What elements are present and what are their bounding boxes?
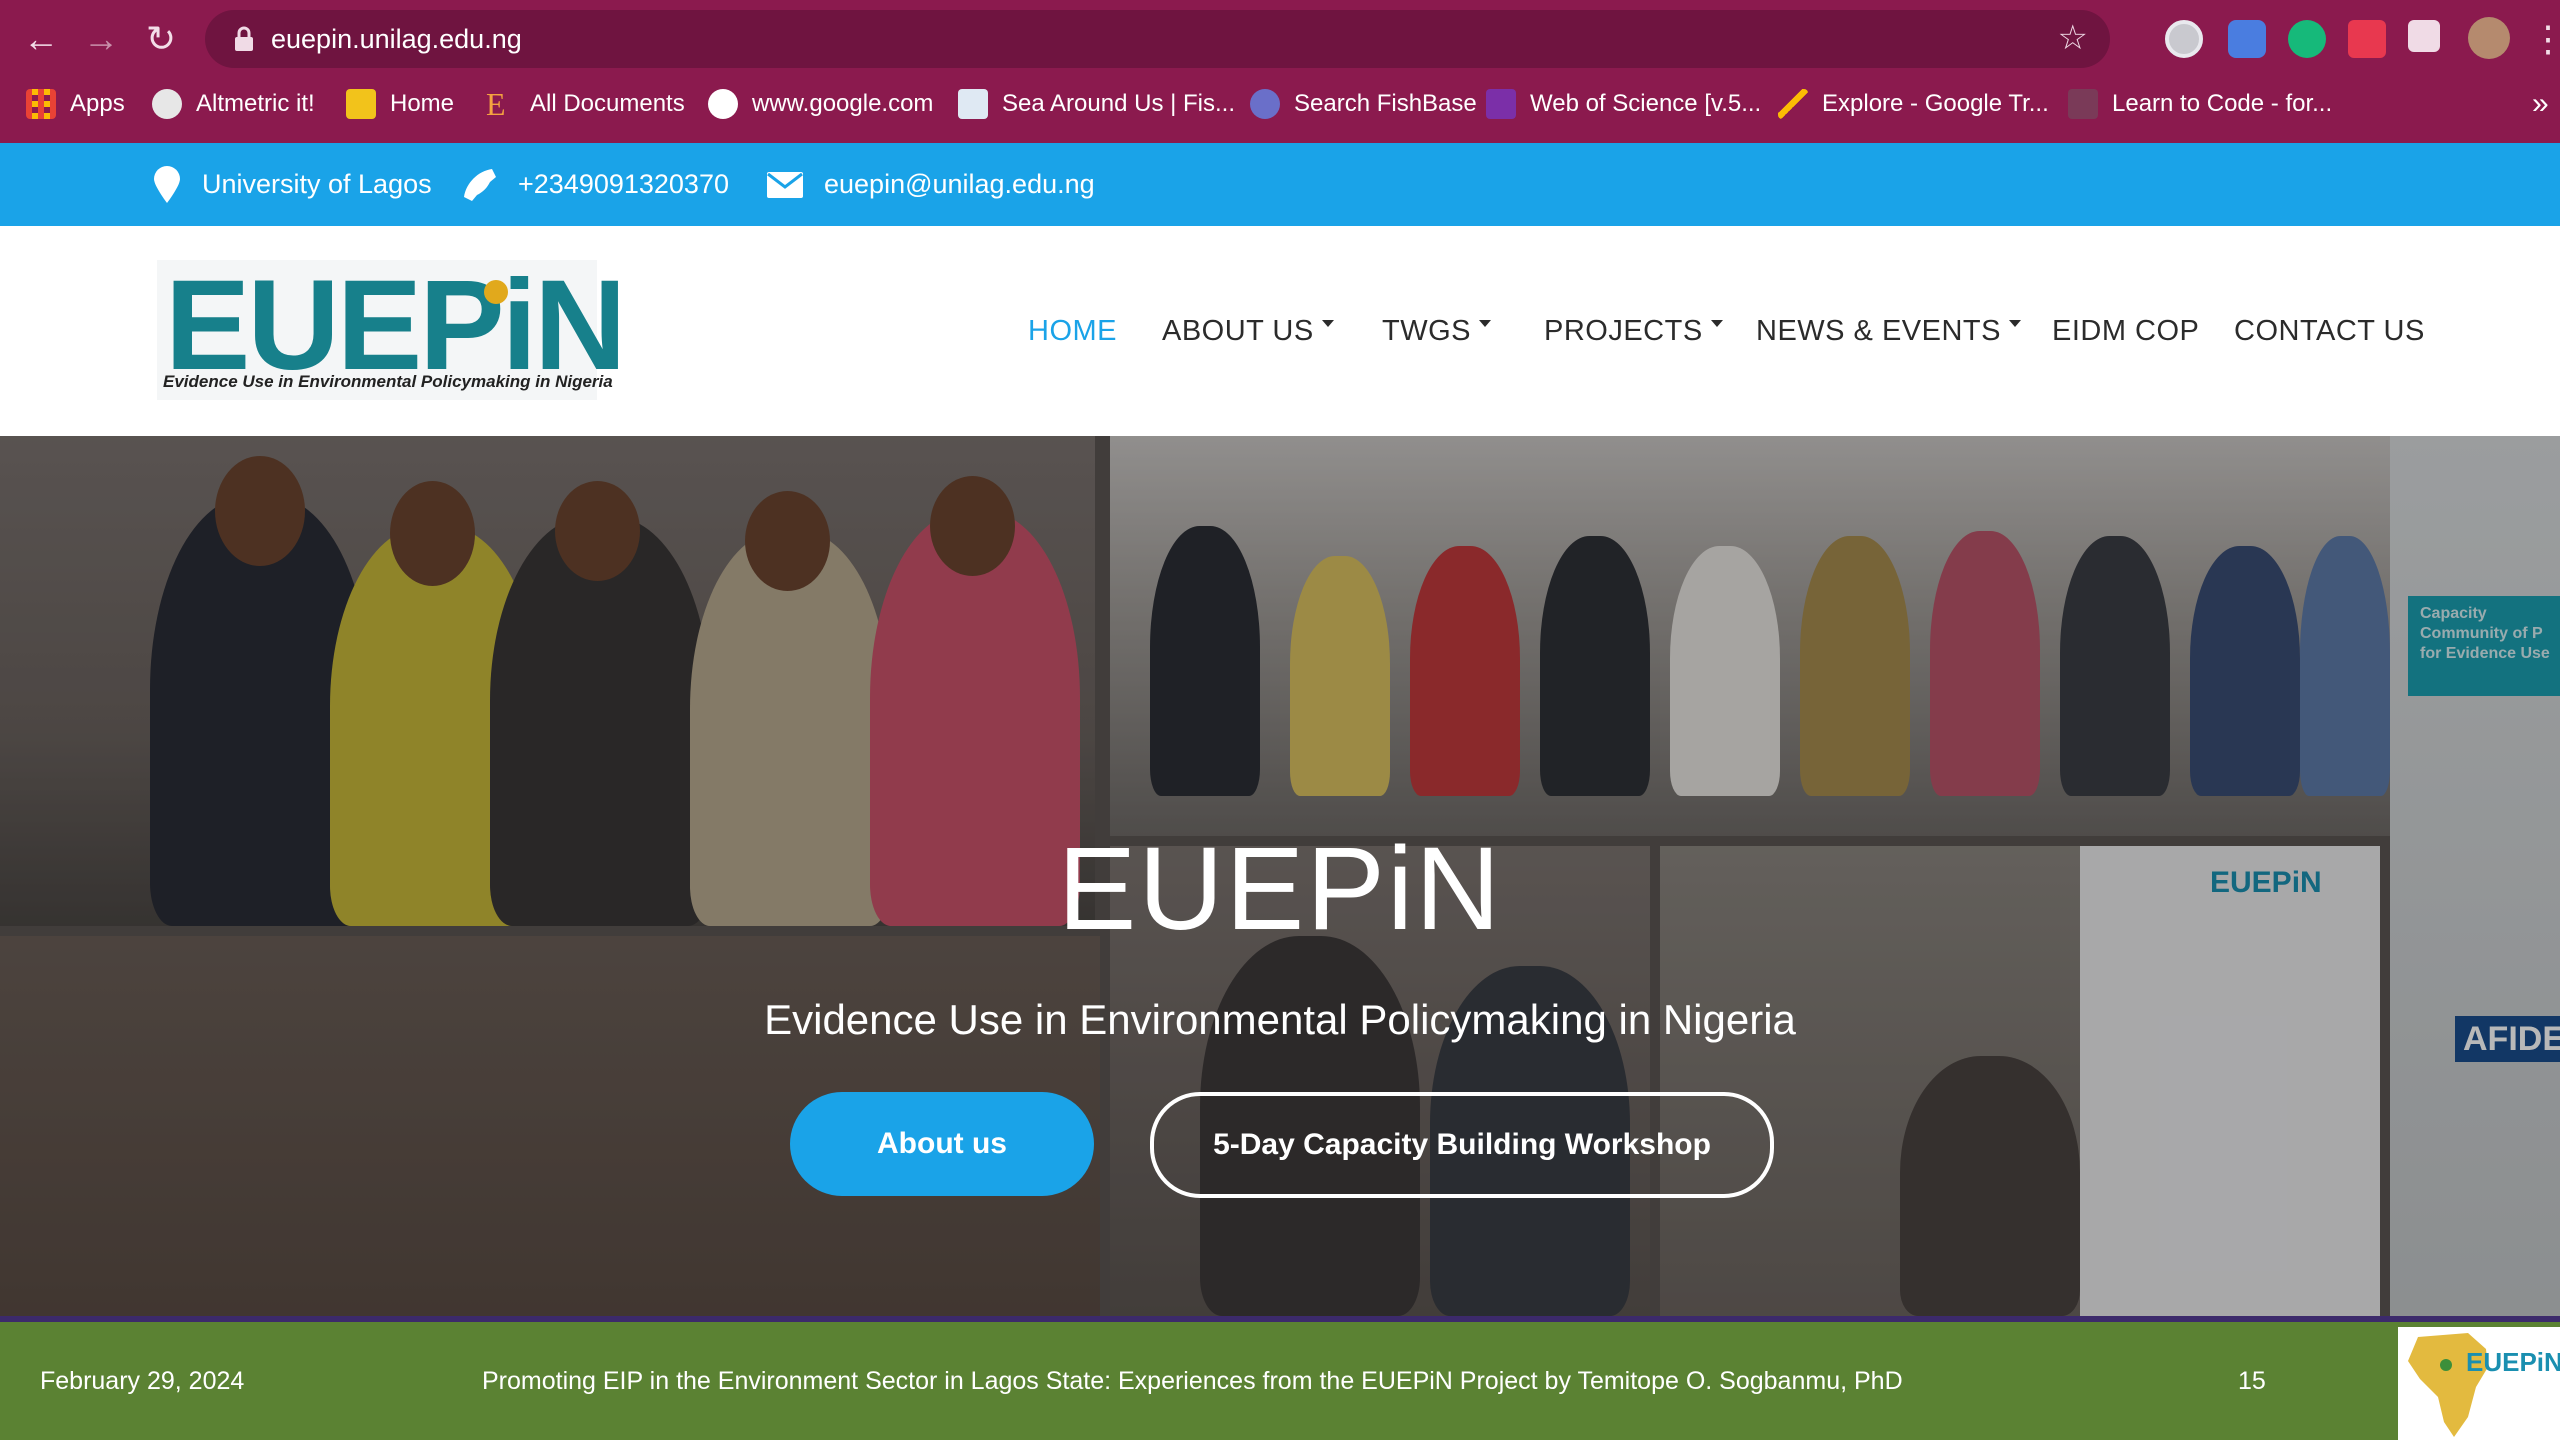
footer-caption: Promoting EIP in the Environment Sector … <box>482 1366 1903 1395</box>
home-bookmark-icon <box>346 89 376 119</box>
puzzle-extensions-icon[interactable] <box>2408 20 2440 52</box>
nav-label: ABOUT US <box>1162 314 1314 347</box>
bookmark-label: www.google.com <box>752 90 934 117</box>
phone-info[interactable]: +2349091320370 <box>462 143 729 226</box>
back-arrow-icon[interactable]: ← <box>16 14 66 64</box>
nav-label: EIDM COP <box>2052 314 2200 347</box>
hero-banner: EUEPiN Capacity Community of P for Evide… <box>0 436 2560 1316</box>
contact-info-bar: University of Lagos +2349091320370 euepi… <box>0 143 2560 226</box>
nav-label: CONTACT US <box>2234 314 2425 347</box>
footer-page-number: 15 <box>2238 1366 2266 1395</box>
caret-down-icon <box>1710 319 1723 327</box>
url-text: euepin.unilag.edu.ng <box>271 24 522 54</box>
map-pin-icon <box>154 165 180 203</box>
email-info[interactable]: euepin@unilag.edu.ng <box>766 143 1095 226</box>
google-trends-icon <box>1778 89 1808 119</box>
bookmark-fishbase[interactable]: Search FishBase <box>1250 78 1477 130</box>
learn-to-code-icon <box>2068 89 2098 119</box>
browser-menu-icon[interactable]: ⋮ <box>2530 14 2560 64</box>
altmetric-icon <box>152 89 182 119</box>
logo-dot-icon <box>484 280 508 304</box>
bookmarks-bar: Apps Altmetric it! Home E All Documents … <box>0 78 2560 130</box>
nav-label: PROJECTS <box>1544 314 1703 347</box>
bookmark-google-trends[interactable]: Explore - Google Tr... <box>1778 78 2049 130</box>
workshop-button[interactable]: 5-Day Capacity Building Workshop <box>1150 1092 1774 1198</box>
nav-label: TWGS <box>1382 314 1471 347</box>
caret-down-icon <box>1479 319 1491 327</box>
hero-subtitle: Evidence Use in Environmental Policymaki… <box>764 996 1796 1043</box>
fishbase-icon <box>1250 89 1280 119</box>
nav-label: NEWS & EVENTS <box>1756 314 2001 347</box>
profile-avatar[interactable] <box>2468 17 2510 59</box>
africa-map-icon: EUEPiN <box>2408 1333 2560 1437</box>
nav-projects[interactable]: PROJECTS <box>1544 306 1723 356</box>
location-text: University of Lagos <box>202 169 432 199</box>
phone-icon <box>464 168 496 201</box>
footer-logo: EUEPiN <box>2398 1327 2560 1440</box>
web-of-science-icon <box>1486 89 1516 119</box>
bookmark-star-icon[interactable]: ☆ <box>2058 18 2088 58</box>
bookmark-all-documents[interactable]: E All Documents <box>486 78 685 130</box>
caret-down-icon <box>1321 319 1334 327</box>
caret-down-icon <box>2009 319 2021 327</box>
bookmarks-overflow-button[interactable]: » <box>2532 78 2549 130</box>
bookmark-label: Home <box>390 90 455 117</box>
bookmark-home[interactable]: Home <box>346 78 454 130</box>
nav-home[interactable]: HOME <box>1028 306 1117 356</box>
address-bar[interactable]: euepin.unilag.edu.ng ☆ <box>205 10 2110 68</box>
extension-circle-icon[interactable] <box>2165 20 2203 58</box>
nav-label: HOME <box>1028 314 1117 347</box>
grammarly-icon[interactable] <box>2288 20 2326 58</box>
envelope-icon <box>767 171 803 198</box>
bookmark-label: Altmetric it! <box>196 90 315 117</box>
lock-icon <box>235 26 253 51</box>
bookmark-google[interactable]: www.google.com <box>708 78 933 130</box>
bookmark-label: All Documents <box>530 90 685 117</box>
about-us-button[interactable]: About us <box>790 1092 1094 1196</box>
bookmark-learn-to-code[interactable]: Learn to Code - for... <box>2068 78 2332 130</box>
nav-eidm-cop[interactable]: EIDM COP <box>2052 306 2199 356</box>
location-info: University of Lagos <box>152 143 432 226</box>
bookmark-label: Explore - Google Tr... <box>1822 90 2049 117</box>
google-icon <box>708 89 738 119</box>
slide-footer: February 29, 2024 Promoting EIP in the E… <box>0 1316 2560 1440</box>
bookmark-label: Learn to Code - for... <box>2112 90 2333 117</box>
footer-logo-text: EUEPiN <box>2466 1347 2560 1377</box>
bookmark-apps[interactable]: Apps <box>26 78 125 130</box>
logo-tagline: Evidence Use in Environmental Policymaki… <box>163 372 613 391</box>
forward-arrow-icon[interactable]: → <box>76 14 126 64</box>
bookmark-label: Search FishBase <box>1294 90 1477 117</box>
browser-chrome: ← → ↻ euepin.unilag.edu.ng ☆ ⋮ Apps Altm… <box>0 0 2560 143</box>
site-header: EUEPiN Evidence Use in Environmental Pol… <box>0 226 2560 436</box>
documents-icon: E <box>486 86 506 122</box>
bookmark-label: Apps <box>70 90 125 117</box>
bookmark-sea-around-us[interactable]: Sea Around Us | Fis... <box>958 78 1235 130</box>
bookmark-label: Web of Science [v.5... <box>1530 90 1762 117</box>
email-text: euepin@unilag.edu.ng <box>824 169 1095 199</box>
bookmark-altmetric[interactable]: Altmetric it! <box>152 78 315 130</box>
extension-shield-icon[interactable] <box>2228 20 2266 58</box>
phone-text: +2349091320370 <box>518 169 729 199</box>
reload-icon[interactable]: ↻ <box>136 14 186 64</box>
nav-contact-us[interactable]: CONTACT US <box>2234 306 2425 356</box>
nav-news-events[interactable]: NEWS & EVENTS <box>1756 306 2021 356</box>
nav-twgs[interactable]: TWGS <box>1382 306 1491 356</box>
hero-title: EUEPiN <box>1057 823 1503 955</box>
sea-around-us-icon <box>958 89 988 119</box>
euepin-logo[interactable]: EUEPiN Evidence Use in Environmental Pol… <box>157 254 627 400</box>
nav-about-us[interactable]: ABOUT US <box>1162 306 1334 356</box>
apps-grid-icon <box>26 89 56 119</box>
footer-date: February 29, 2024 <box>40 1366 245 1395</box>
extension-red-icon[interactable] <box>2348 20 2386 58</box>
bookmark-web-of-science[interactable]: Web of Science [v.5... <box>1486 78 1761 130</box>
bookmark-label: Sea Around Us | Fis... <box>1002 90 1236 117</box>
